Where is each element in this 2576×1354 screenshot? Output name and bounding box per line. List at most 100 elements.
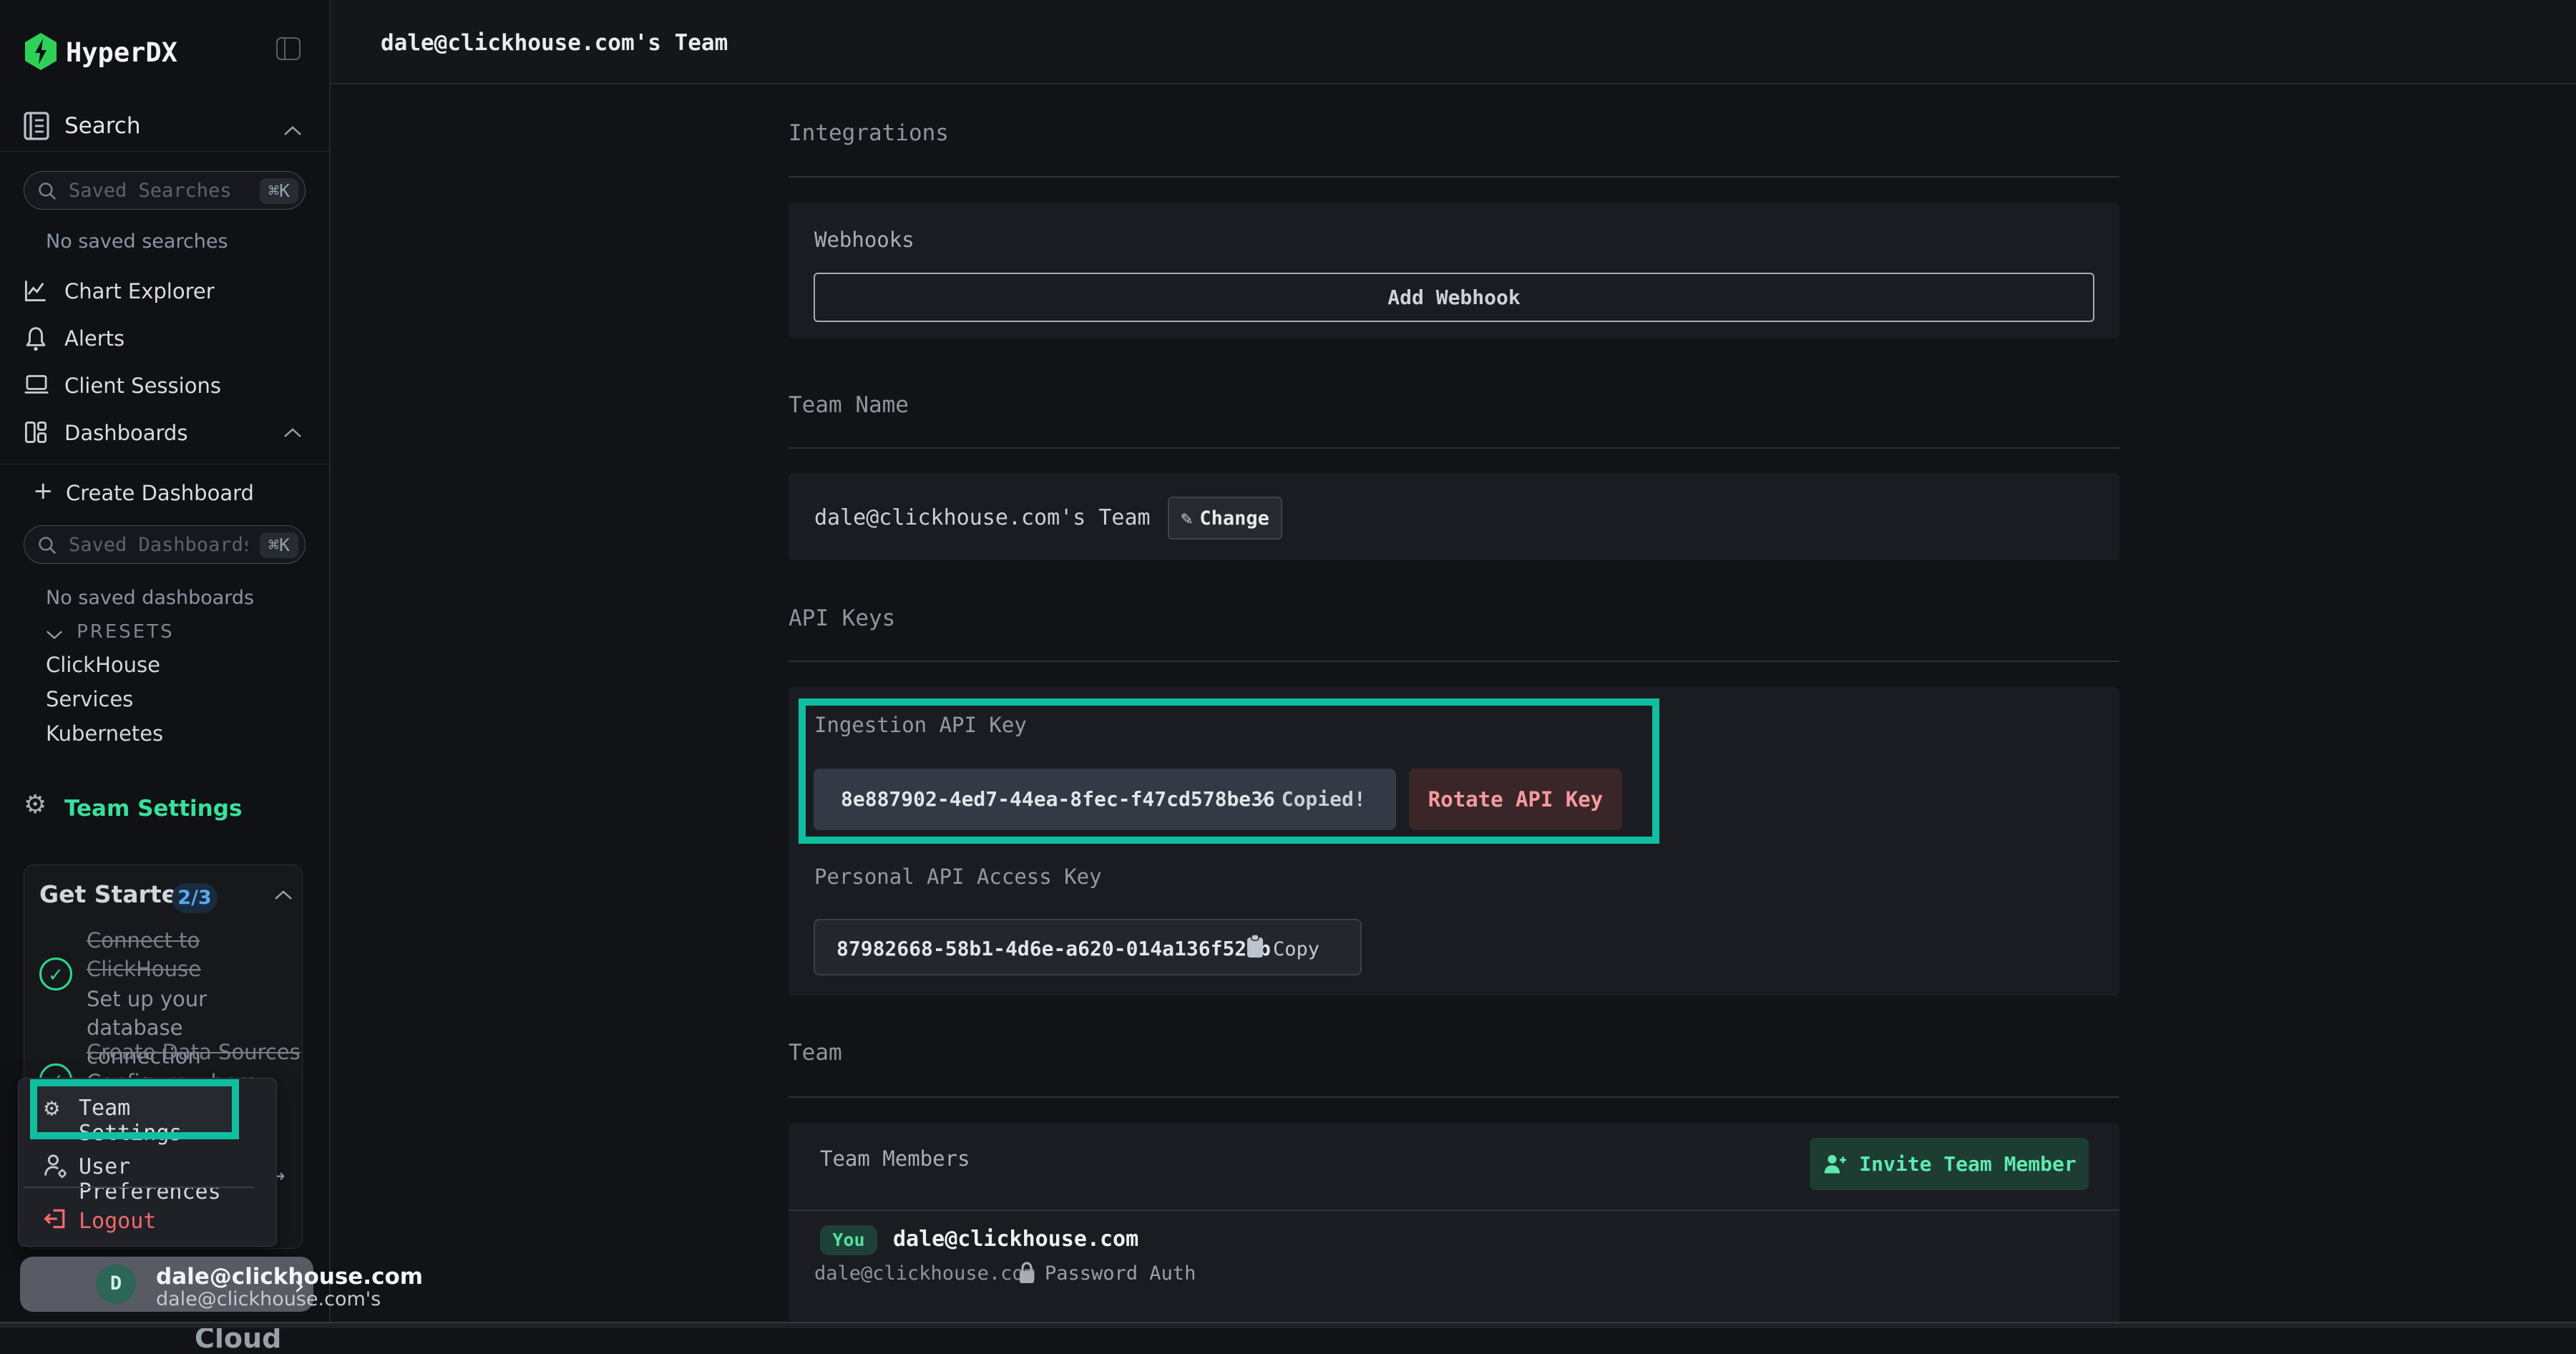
webhooks-label: Webhooks bbox=[814, 228, 914, 252]
change-label: Change bbox=[1199, 507, 1269, 530]
sidebar-item-label: Alerts bbox=[64, 326, 125, 351]
presets-label: PRESETS bbox=[77, 621, 175, 643]
team-name-value: dale@clickhouse.com's Team bbox=[814, 505, 1151, 530]
search-icon bbox=[37, 535, 57, 555]
personal-api-key-label: Personal API Access Key bbox=[814, 864, 1102, 889]
logout-icon bbox=[43, 1207, 69, 1234]
sidebar-item-client-sessions[interactable]: Client Sessions bbox=[0, 365, 331, 406]
chevron-up-icon bbox=[283, 428, 302, 438]
bell-icon bbox=[24, 326, 48, 354]
user-gear-icon bbox=[43, 1152, 69, 1182]
presets-toggle[interactable]: PRESETS bbox=[46, 621, 175, 643]
ingestion-key-value: 8e887902-4ed7-44ea-8fec-f47cd578be36 bbox=[841, 787, 1275, 811]
chevron-down-icon bbox=[46, 630, 63, 640]
hyperdx-logo-icon bbox=[24, 33, 58, 73]
member-email: dale@clickhouse.com bbox=[893, 1227, 1138, 1252]
member-sub-email: dale@clickhouse.com bbox=[814, 1262, 1035, 1285]
team-heading: Team bbox=[789, 1040, 842, 1066]
user-team-name: dale@clickhouse.com's bbox=[156, 1288, 381, 1310]
team-name-heading: Team Name bbox=[789, 392, 909, 418]
add-webhook-button[interactable]: Add Webhook bbox=[814, 273, 2094, 322]
check-circle-icon: ✓ bbox=[39, 958, 72, 990]
progress-badge: 2/3 bbox=[172, 883, 218, 913]
lock-icon bbox=[1018, 1261, 1036, 1288]
user-email: dale@clickhouse.com bbox=[156, 1264, 423, 1290]
divider bbox=[789, 447, 2119, 449]
chart-line-icon bbox=[24, 278, 48, 306]
integrations-heading: Integrations bbox=[789, 120, 949, 146]
personal-key-value: 87982668-58b1-4d6e-a620-014a136f52eb bbox=[836, 937, 1271, 960]
chevron-right-icon: › bbox=[294, 1270, 305, 1301]
shortcut-badge: ⌘K bbox=[260, 178, 298, 204]
search-icon bbox=[37, 181, 57, 201]
change-team-name-button[interactable]: ✎ Change bbox=[1168, 497, 1282, 540]
search-section-label: Search bbox=[64, 113, 141, 139]
copied-confirmation: ✓ Copied! bbox=[1257, 787, 1366, 811]
app-title: HyperDX bbox=[66, 37, 177, 68]
annotation-highlight-menu bbox=[30, 1079, 239, 1139]
shortcut-badge: ⌘K bbox=[260, 532, 298, 558]
preset-clickhouse[interactable]: ClickHouse bbox=[46, 653, 160, 677]
copy-button[interactable]: Copy bbox=[1273, 938, 1319, 960]
menu-divider bbox=[24, 1187, 254, 1188]
sidebar-item-dashboards[interactable]: Dashboards bbox=[0, 412, 331, 454]
saved-dashboards-input[interactable]: ⌘K bbox=[24, 525, 306, 564]
sidebar: HyperDX Search ⌘K No saved searches Char… bbox=[0, 0, 331, 1328]
menu-label: Logout bbox=[79, 1209, 156, 1234]
invite-team-member-button[interactable]: Invite Team Member bbox=[1810, 1138, 2089, 1190]
invite-label: Invite Team Member bbox=[1859, 1152, 2076, 1176]
menu-label: User Preferences bbox=[79, 1154, 238, 1204]
chevron-up-icon[interactable] bbox=[274, 890, 293, 900]
get-started-title: Get Started bbox=[39, 880, 195, 908]
sidebar-item-label: Chart Explorer bbox=[64, 279, 215, 303]
page-topbar: dale@clickhouse.com's Team bbox=[331, 0, 2576, 84]
sidebar-item-alerts[interactable]: Alerts bbox=[0, 318, 331, 359]
preset-services[interactable]: Services bbox=[46, 687, 133, 711]
rotate-api-key-button[interactable]: Rotate API Key bbox=[1409, 769, 1622, 830]
menu-item-logout[interactable]: Logout bbox=[37, 1201, 238, 1244]
no-saved-dashboards-note: No saved dashboards bbox=[46, 587, 254, 609]
avatar: D bbox=[96, 1264, 136, 1304]
get-started-item-title[interactable]: Create Data Sources bbox=[87, 1038, 301, 1066]
personal-key-chip[interactable]: 87982668-58b1-4d6e-a620-014a136f52eb Cop… bbox=[814, 919, 1362, 975]
no-saved-searches-note: No saved searches bbox=[46, 230, 228, 253]
ingestion-api-key-label: Ingestion API Key bbox=[814, 713, 1027, 737]
auth-method-label: Password Auth bbox=[1045, 1262, 1196, 1285]
you-badge: You bbox=[820, 1225, 877, 1255]
page-title: dale@clickhouse.com's Team bbox=[381, 30, 728, 56]
api-keys-heading: API Keys bbox=[789, 605, 895, 631]
divider bbox=[789, 661, 2119, 662]
sidebar-item-team-settings[interactable]: ⚙ Team Settings bbox=[0, 787, 331, 829]
sidebar-item-label: Dashboards bbox=[64, 421, 187, 445]
preset-kubernetes[interactable]: Kubernetes bbox=[46, 721, 163, 746]
team-members-label: Team Members bbox=[820, 1146, 970, 1171]
plus-icon: + bbox=[33, 477, 54, 505]
section-search[interactable]: Search bbox=[0, 109, 331, 149]
divider bbox=[0, 151, 331, 152]
ingestion-key-chip[interactable]: 8e887902-4ed7-44ea-8fec-f47cd578be36 ✓ C… bbox=[814, 769, 1396, 830]
laptop-icon bbox=[24, 373, 49, 399]
menu-item-user-preferences[interactable]: User Preferences bbox=[37, 1146, 238, 1189]
team-settings-label: Team Settings bbox=[64, 796, 242, 822]
person-plus-icon bbox=[1822, 1153, 1848, 1176]
get-started-item-title[interactable]: Connect to ClickHouse bbox=[87, 926, 230, 983]
sidebar-collapse-icon[interactable] bbox=[276, 37, 301, 60]
divider bbox=[789, 1096, 2119, 1098]
saved-searches-field[interactable] bbox=[69, 172, 248, 209]
saved-dashboards-field[interactable] bbox=[69, 526, 248, 563]
create-dashboard-label: Create Dashboard bbox=[66, 481, 254, 505]
user-account-chip[interactable]: D dale@clickhouse.com dale@clickhouse.co… bbox=[20, 1257, 313, 1312]
create-dashboard-button[interactable]: + Create Dashboard bbox=[0, 472, 331, 514]
divider bbox=[789, 176, 2119, 177]
saved-searches-input[interactable]: ⌘K bbox=[24, 171, 306, 210]
clipboard-icon bbox=[1244, 933, 1266, 963]
dashboard-grid-icon bbox=[24, 420, 48, 447]
sidebar-item-label: Client Sessions bbox=[64, 374, 221, 398]
pencil-icon: ✎ bbox=[1181, 507, 1192, 530]
card-divider bbox=[789, 1209, 2119, 1211]
bottom-edge-band bbox=[0, 1322, 2576, 1328]
gear-icon: ⚙ bbox=[24, 790, 47, 819]
journal-icon bbox=[24, 112, 49, 143]
chevron-up-icon bbox=[283, 126, 302, 136]
sidebar-item-chart-explorer[interactable]: Chart Explorer bbox=[0, 271, 331, 312]
